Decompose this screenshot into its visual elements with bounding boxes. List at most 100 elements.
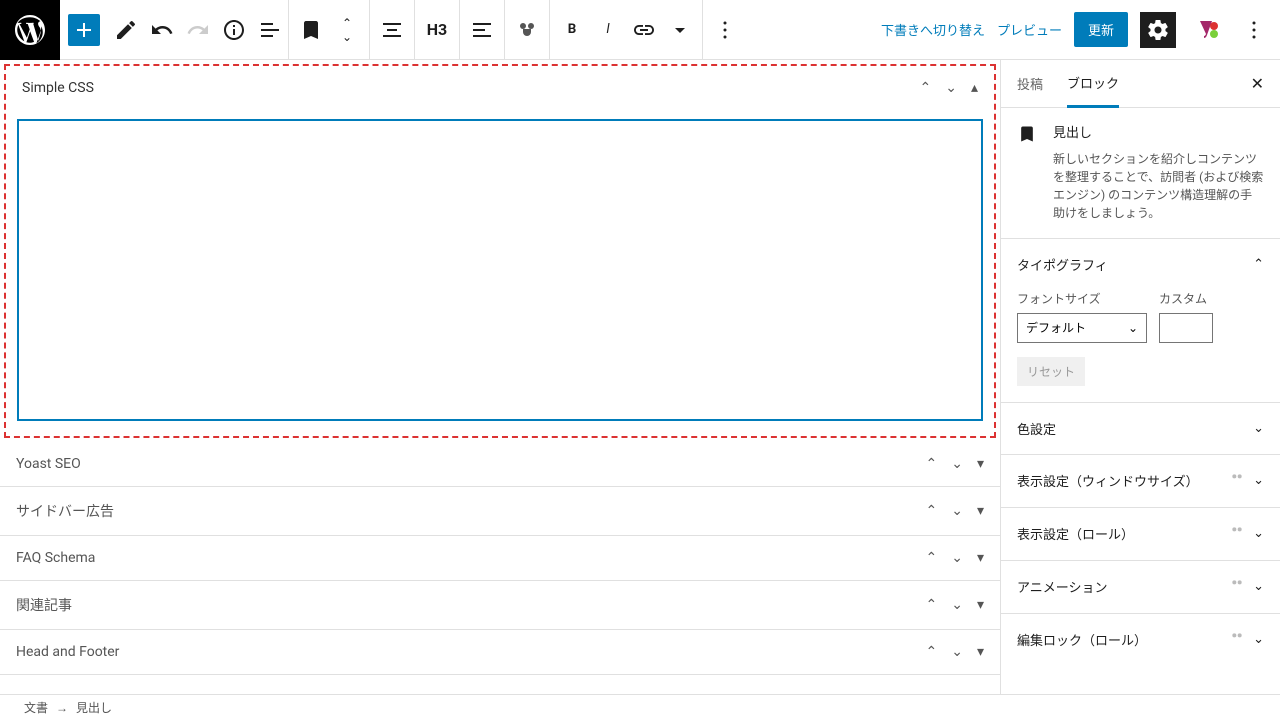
editor-area: Simple CSS ⌃ ⌄ ▴ Yoast SEO ⌃⌄▾ サイドバー広告 (0, 60, 1000, 694)
link-button[interactable] (626, 12, 662, 48)
preview-button[interactable]: プレビュー (997, 20, 1062, 39)
panel-down-icon[interactable]: ⌄ (951, 550, 963, 566)
move-up-icon[interactable]: ⌃ (329, 16, 365, 30)
chevron-down-icon: ⌄ (1253, 526, 1264, 541)
move-block-arrows[interactable]: ⌃ ⌄ (329, 16, 365, 44)
simple-css-textarea[interactable] (18, 120, 982, 420)
move-down-icon[interactable]: ⌄ (329, 30, 365, 44)
breadcrumb-block[interactable]: 見出し (76, 699, 112, 716)
align-icon[interactable] (374, 12, 410, 48)
breadcrumb-sep: → (56, 701, 68, 715)
toolbar-more-icon[interactable] (662, 12, 698, 48)
heading-level-button[interactable]: H3 (419, 12, 455, 48)
brain-icon[interactable] (509, 12, 545, 48)
chevron-down-icon: ⌄ (1128, 321, 1138, 335)
switch-to-draft-button[interactable]: 下書きへ切り替え (881, 20, 985, 39)
panel-up-icon[interactable]: ⌃ (926, 597, 938, 613)
panel-up-icon[interactable]: ⌃ (926, 456, 938, 472)
section-color: 色設定⌄ (1001, 402, 1280, 454)
brain-icon (1229, 630, 1245, 650)
bold-button[interactable]: B (554, 12, 590, 48)
panel-up-icon[interactable]: ⌃ (926, 503, 938, 519)
panel-up-icon[interactable]: ⌃ (926, 550, 938, 566)
tab-post[interactable]: 投稿 (1017, 60, 1043, 108)
italic-button[interactable]: I (590, 12, 626, 48)
panel-up-icon[interactable]: ⌃ (926, 644, 938, 660)
panel-toggle-icon[interactable]: ▾ (977, 456, 984, 472)
custom-label: カスタム (1159, 290, 1213, 307)
panel-down-icon[interactable]: ⌄ (951, 644, 963, 660)
panel-title: Head and Footer (16, 644, 926, 660)
block-options-icon[interactable] (707, 12, 743, 48)
undo-button[interactable] (144, 12, 180, 48)
section-head-typography[interactable]: タイポグラフィ⌃ (1017, 255, 1264, 274)
chevron-down-icon: ⌄ (1253, 632, 1264, 647)
bookmark-icon[interactable] (293, 12, 329, 48)
reset-button[interactable]: リセット (1017, 357, 1085, 386)
section-head-display-window[interactable]: 表示設定（ウィンドウサイズ）⌄ (1017, 471, 1264, 491)
brain-icon (1229, 577, 1245, 597)
panel-up-icon[interactable]: ⌃ (920, 80, 932, 96)
top-toolbar: ⌃ ⌄ H3 B I 下書きへ切り替え プレビュー 更新 (0, 0, 1280, 60)
section-display-role: 表示設定（ロール）⌄ (1001, 507, 1280, 560)
close-icon[interactable]: ✕ (1251, 74, 1264, 93)
outline-icon[interactable] (252, 12, 288, 48)
info-icon[interactable] (216, 12, 252, 48)
chevron-down-icon: ⌄ (1253, 421, 1264, 436)
sidebar-tabs: 投稿 ブロック ✕ (1001, 60, 1280, 108)
section-typography: タイポグラフィ⌃ フォントサイズ デフォルト⌄ カスタム リセット (1001, 238, 1280, 402)
meta-panel-simple-css: Simple CSS ⌃ ⌄ ▴ (4, 64, 996, 438)
block-name: 見出し (1053, 124, 1264, 144)
meta-panel-related-posts: 関連記事 ⌃ ⌄ ▾ (0, 581, 1000, 630)
chevron-down-icon: ⌄ (1253, 579, 1264, 594)
wordpress-logo[interactable] (0, 0, 60, 60)
panel-down-icon[interactable]: ⌄ (951, 597, 963, 613)
section-head-color[interactable]: 色設定⌄ (1017, 419, 1264, 438)
panel-toggle-icon[interactable]: ▾ (977, 644, 984, 660)
meta-panel-sidebar-ads: サイドバー広告 ⌃ ⌄ ▾ (0, 487, 1000, 536)
edit-icon[interactable] (108, 12, 144, 48)
settings-button[interactable] (1140, 12, 1176, 48)
panel-title: サイドバー広告 (16, 501, 926, 521)
section-head-animation[interactable]: アニメーション⌄ (1017, 577, 1264, 597)
sidebar: 投稿 ブロック ✕ 見出し 新しいセクションを紹介しコンテンツを整理することで、… (1000, 60, 1280, 694)
chevron-down-icon: ⌄ (1253, 473, 1264, 488)
brain-icon (1229, 471, 1245, 491)
breadcrumb: 文書 → 見出し (0, 694, 1280, 720)
breadcrumb-doc[interactable]: 文書 (24, 699, 48, 716)
custom-size-input[interactable] (1159, 313, 1213, 343)
section-animation: アニメーション⌄ (1001, 560, 1280, 613)
section-head-display-role[interactable]: 表示設定（ロール）⌄ (1017, 524, 1264, 544)
meta-panel-head-footer: Head and Footer ⌃ ⌄ ▾ (0, 630, 1000, 675)
block-description: 新しいセクションを紹介しコンテンツを整理することで、訪問者 (および検索エンジン… (1053, 150, 1264, 222)
top-actions: 下書きへ切り替え プレビュー 更新 (881, 12, 1280, 48)
heading-block-icon (1017, 124, 1037, 222)
panel-toggle-icon[interactable]: ▾ (977, 550, 984, 566)
tab-block[interactable]: ブロック (1067, 60, 1119, 108)
chevron-up-icon: ⌃ (1253, 257, 1264, 272)
panel-down-icon[interactable]: ⌄ (951, 456, 963, 472)
panel-toggle-icon[interactable]: ▴ (971, 80, 978, 96)
panel-title: FAQ Schema (16, 550, 926, 566)
panel-down-icon[interactable]: ⌄ (951, 503, 963, 519)
add-block-button[interactable] (68, 14, 100, 46)
font-size-select[interactable]: デフォルト⌄ (1017, 313, 1147, 343)
panel-toggle-icon[interactable]: ▾ (977, 597, 984, 613)
text-align-icon[interactable] (464, 12, 500, 48)
more-menu-button[interactable] (1236, 12, 1272, 48)
update-button[interactable]: 更新 (1074, 12, 1128, 47)
section-head-edit-lock[interactable]: 編集ロック（ロール）⌄ (1017, 630, 1264, 650)
section-edit-lock: 編集ロック（ロール）⌄ (1001, 613, 1280, 666)
brain-icon (1229, 524, 1245, 544)
panel-down-icon[interactable]: ⌄ (945, 80, 957, 96)
meta-panel-faq-schema: FAQ Schema ⌃ ⌄ ▾ (0, 536, 1000, 581)
redo-button[interactable] (180, 12, 216, 48)
panel-toggle-icon[interactable]: ▾ (977, 503, 984, 519)
meta-panel-yoast-seo: Yoast SEO ⌃⌄▾ (0, 442, 1000, 487)
wordpress-icon (12, 12, 48, 48)
panel-title: 関連記事 (16, 595, 926, 615)
yoast-button[interactable] (1188, 12, 1224, 48)
font-size-label: フォントサイズ (1017, 290, 1147, 307)
block-info: 見出し 新しいセクションを紹介しコンテンツを整理することで、訪問者 (および検索… (1001, 108, 1280, 238)
section-display-window: 表示設定（ウィンドウサイズ）⌄ (1001, 454, 1280, 507)
